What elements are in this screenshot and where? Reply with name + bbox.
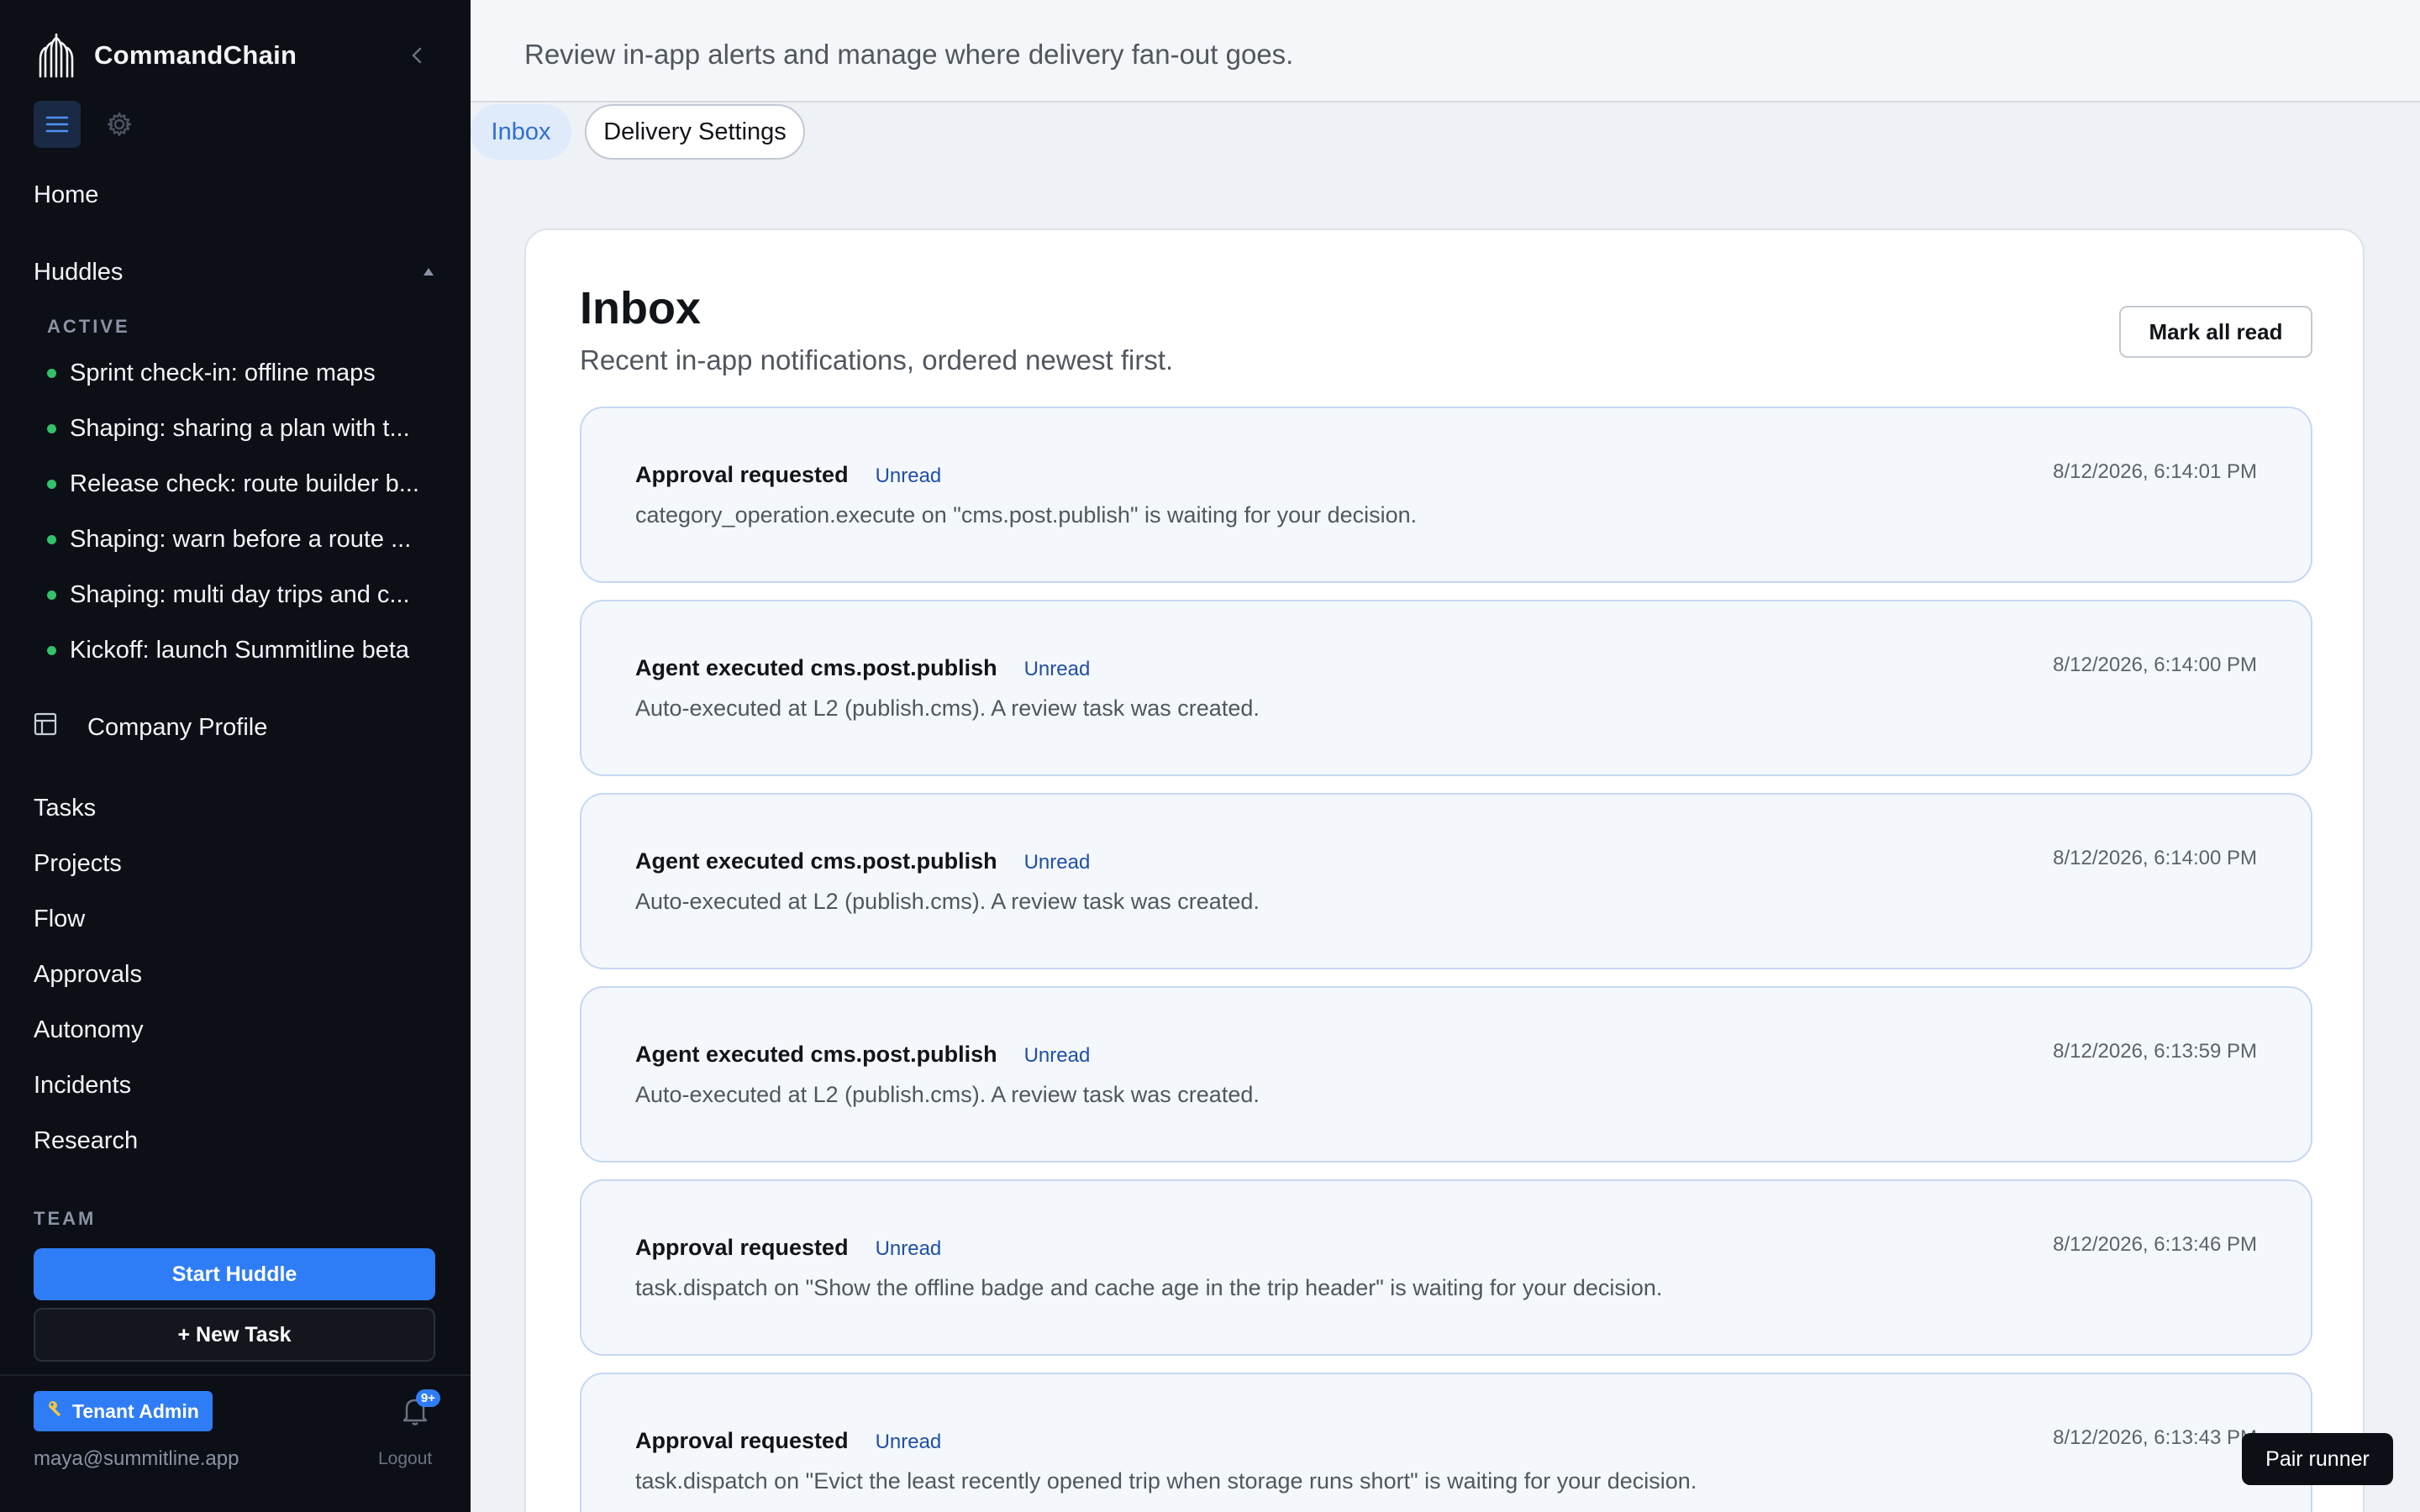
status-dot: [47, 424, 56, 433]
nav-company-profile[interactable]: Company Profile: [34, 712, 267, 743]
status-dot: [47, 369, 56, 378]
notification-title: Approval requested: [635, 1428, 849, 1453]
trident-logo-icon: [34, 32, 79, 79]
nav-incidents[interactable]: Incidents: [34, 1072, 131, 1100]
inbox-subtitle: Recent in-app notifications, ordered new…: [580, 344, 1174, 375]
status-dot: [47, 646, 56, 655]
huddle-item[interactable]: Kickoff: launch Summitline beta: [47, 637, 434, 664]
huddle-label: Shaping: sharing a plan with t...: [70, 415, 410, 442]
nav-research[interactable]: Research: [34, 1127, 138, 1155]
huddle-label: Shaping: warn before a route ...: [70, 526, 412, 553]
status-dot: [47, 591, 56, 600]
notification-time: 8/12/2026, 6:13:59 PM: [2053, 1040, 2257, 1063]
inbox-title: Inbox: [580, 283, 701, 333]
chevron-left-icon[interactable]: [405, 44, 429, 67]
nav-projects[interactable]: Projects: [34, 850, 122, 878]
page-description: Review in-app alerts and manage where de…: [524, 39, 1294, 70]
nav-autonomy[interactable]: Autonomy: [34, 1016, 144, 1044]
notification-item[interactable]: Approval requested Unread 8/12/2026, 6:1…: [580, 407, 2312, 583]
unread-badge: Unread: [1023, 851, 1091, 874]
notification-time: 8/12/2026, 6:13:46 PM: [2053, 1233, 2257, 1256]
unread-badge: Unread: [1023, 658, 1091, 680]
hamburger-icon[interactable]: [34, 101, 81, 148]
team-section-label: TEAM: [34, 1208, 97, 1229]
huddle-label: Shaping: multi day trips and c...: [70, 581, 410, 608]
notification-item[interactable]: Approval requested Unread 8/12/2026, 6:1…: [580, 1179, 2312, 1356]
unread-badge: Unread: [1023, 1044, 1091, 1067]
unread-badge: Unread: [875, 465, 942, 487]
huddle-item[interactable]: Release check: route builder b...: [47, 470, 434, 498]
notification-title: Agent executed cms.post.publish: [635, 1042, 997, 1067]
bell-icon: [398, 1399, 432, 1431]
huddle-label: Sprint check-in: offline maps: [70, 360, 376, 386]
nav-tasks[interactable]: Tasks: [34, 795, 96, 822]
notification-header: Agent executed cms.post.publish Unread: [635, 1042, 1090, 1068]
notification-title: Agent executed cms.post.publish: [635, 655, 997, 680]
notification-item[interactable]: Agent executed cms.post.publish Unread 8…: [580, 986, 2312, 1163]
view-toggle: [34, 101, 143, 148]
huddle-item[interactable]: Shaping: multi day trips and c...: [47, 581, 434, 609]
key-icon: [47, 1399, 66, 1423]
company-profile-label: Company Profile: [87, 713, 268, 741]
unread-badge: Unread: [875, 1237, 942, 1260]
inbox-card: Inbox Recent in-app notifications, order…: [524, 228, 2365, 1512]
pair-runner-button[interactable]: Pair runner: [2242, 1433, 2393, 1485]
brand-name: CommandChain: [94, 40, 297, 70]
notification-count-badge: 9+: [415, 1389, 440, 1407]
tab-delivery-settings[interactable]: Delivery Settings: [585, 104, 805, 160]
notification-item[interactable]: Agent executed cms.post.publish Unread 8…: [580, 793, 2312, 969]
notification-title: Approval requested: [635, 1235, 849, 1260]
huddles-label: Huddles: [34, 259, 124, 286]
notification-body: Auto-executed at L2 (publish.cms). A rev…: [635, 696, 1260, 721]
role-badge-label: Tenant Admin: [72, 1399, 199, 1422]
notification-time: 8/12/2026, 6:14:00 PM: [2053, 654, 2257, 676]
huddle-item[interactable]: Shaping: sharing a plan with t...: [47, 415, 434, 443]
notifications-button[interactable]: 9+: [398, 1389, 440, 1431]
notification-time: 8/12/2026, 6:14:01 PM: [2053, 460, 2257, 483]
nav-home[interactable]: Home: [34, 181, 98, 209]
notification-body: Auto-executed at L2 (publish.cms). A rev…: [635, 1082, 1260, 1107]
notification-header: Agent executed cms.post.publish Unread: [635, 655, 1090, 681]
notification-body: task.dispatch on "Evict the least recent…: [635, 1468, 1697, 1494]
notification-header: Agent executed cms.post.publish Unread: [635, 848, 1090, 874]
logout-link[interactable]: Logout: [378, 1449, 432, 1469]
notification-header: Approval requested Unread: [635, 1235, 941, 1261]
sidebar: CommandChain Home Huddles ACTIVE Sprint …: [0, 0, 471, 1512]
nav-flow[interactable]: Flow: [34, 906, 85, 933]
sidebar-divider: [0, 1374, 471, 1376]
tab-inbox[interactable]: Inbox: [471, 104, 571, 160]
notification-time: 8/12/2026, 6:14:00 PM: [2053, 847, 2257, 869]
role-badge[interactable]: Tenant Admin: [34, 1391, 213, 1431]
huddles-header[interactable]: Huddles: [34, 259, 435, 286]
layout-icon: [34, 712, 57, 743]
user-email: maya@summitline.app: [34, 1447, 239, 1470]
notification-header: Approval requested Unread: [635, 462, 941, 488]
nav-approvals[interactable]: Approvals: [34, 961, 142, 989]
huddle-label: Kickoff: launch Summitline beta: [70, 637, 410, 664]
brand-row: CommandChain: [34, 32, 429, 79]
status-dot: [47, 480, 56, 489]
notification-time: 8/12/2026, 6:13:43 PM: [2053, 1426, 2257, 1449]
huddle-label: Release check: route builder b...: [70, 470, 419, 497]
notification-item[interactable]: Approval requested Unread 8/12/2026, 6:1…: [580, 1373, 2312, 1512]
notification-body: category_operation.execute on "cms.post.…: [635, 502, 1418, 528]
notification-body: Auto-executed at L2 (publish.cms). A rev…: [635, 889, 1260, 914]
new-task-button[interactable]: + New Task: [34, 1308, 435, 1362]
main-content: Review in-app alerts and manage where de…: [471, 0, 2420, 1512]
mark-all-read-button[interactable]: Mark all read: [2119, 306, 2312, 358]
notification-title: Approval requested: [635, 462, 849, 487]
status-dot: [47, 535, 56, 544]
notification-item[interactable]: Agent executed cms.post.publish Unread 8…: [580, 600, 2312, 776]
notification-title: Agent executed cms.post.publish: [635, 848, 997, 874]
start-huddle-button[interactable]: Start Huddle: [34, 1248, 435, 1300]
notification-body: task.dispatch on "Show the offline badge…: [635, 1275, 1663, 1300]
top-bar: Review in-app alerts and manage where de…: [471, 0, 2420, 102]
gear-icon[interactable]: [96, 101, 143, 148]
notification-header: Approval requested Unread: [635, 1428, 941, 1454]
huddle-item[interactable]: Sprint check-in: offline maps: [47, 360, 434, 387]
active-section-label: ACTIVE: [47, 316, 130, 337]
caret-up-icon[interactable]: [422, 265, 435, 281]
unread-badge: Unread: [875, 1431, 942, 1453]
huddle-item[interactable]: Shaping: warn before a route ...: [47, 526, 434, 554]
